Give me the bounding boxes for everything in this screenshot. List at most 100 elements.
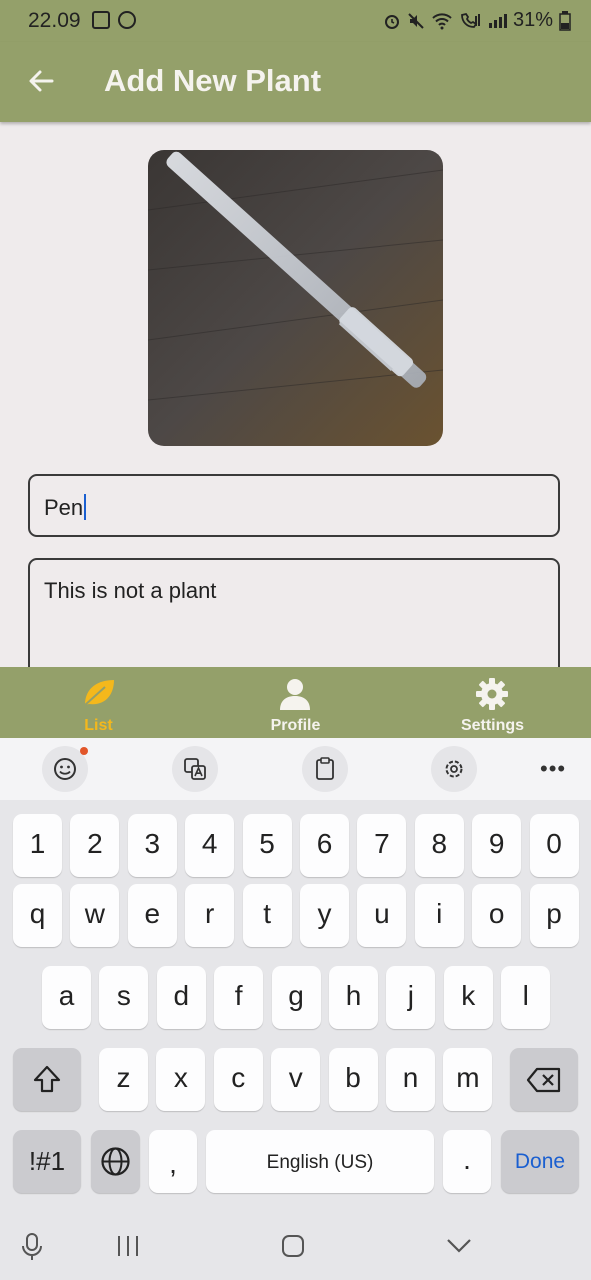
badge-notification-icon [118,11,136,29]
nav-settings[interactable]: Settings [394,667,591,738]
translate-button[interactable] [172,746,218,792]
letter-key[interactable]: s [99,966,149,1029]
nav-list-label: List [84,717,113,734]
letter-key[interactable]: g [271,966,321,1029]
number-key[interactable]: 4 [185,814,235,877]
letter-key[interactable]: i [414,884,464,947]
symbols-key-label: !#1 [28,1146,66,1176]
letter-key-label: j [407,980,414,1011]
letter-key-label: e [144,898,161,929]
plant-name-field[interactable]: Pen [28,474,560,537]
letter-key-label: r [205,898,215,929]
number-key[interactable]: 0 [529,814,579,877]
period-key[interactable]: . [443,1130,491,1193]
plant-name-value: Pen [44,495,84,520]
letter-key-label: n [402,1062,419,1093]
settings-icon [445,760,463,778]
letter-key[interactable]: x [156,1048,206,1111]
back-arrow-icon[interactable] [26,64,56,98]
letter-key-label: c [231,1062,246,1093]
letter-key[interactable]: z [99,1048,148,1111]
volte-call-icon [461,12,480,28]
hide-keyboard-icon[interactable] [446,1237,472,1253]
letter-key-label: v [288,1062,303,1093]
done-key-label: Done [514,1150,566,1173]
letter-key[interactable]: f [214,966,264,1029]
done-key[interactable]: Done [501,1130,579,1193]
letter-key[interactable]: l [501,966,551,1029]
comma-key[interactable]: , [149,1130,197,1193]
letter-key[interactable]: v [271,1048,321,1111]
number-key[interactable]: 7 [357,814,407,877]
leaf-icon [84,680,114,706]
number-key-label: 4 [201,828,218,859]
clipboard-button[interactable] [302,746,348,792]
globe-icon [101,1147,130,1176]
notification-dot [80,747,88,755]
letter-key-label: h [345,980,362,1011]
language-key[interactable] [91,1130,140,1193]
number-key[interactable]: 2 [70,814,120,877]
letter-key[interactable]: c [213,1048,263,1111]
translate-icon [184,758,206,780]
letter-key[interactable]: p [529,884,579,947]
symbols-key[interactable]: !#1 [13,1130,81,1193]
space-key[interactable]: English (US) [206,1130,434,1193]
battery-percent: 31% [512,9,553,31]
gallery-notification-icon [92,11,110,29]
letter-key[interactable]: o [472,884,522,947]
number-key-label: 6 [316,828,333,859]
home-icon[interactable] [281,1233,305,1259]
letter-key[interactable]: t [242,884,292,947]
recent-apps-icon[interactable] [115,1234,141,1258]
letter-key[interactable]: n [386,1048,435,1111]
wifi-icon [432,12,452,29]
app-bar: Add New Plant [0,42,591,122]
letter-key[interactable]: w [70,884,120,947]
nav-profile[interactable]: Profile [197,667,394,738]
number-key[interactable]: 3 [127,814,177,877]
letter-key-label: z [116,1062,131,1093]
letter-key[interactable]: u [357,884,407,947]
plant-description-value: This is not a plant [44,578,217,603]
shift-key[interactable] [13,1048,81,1111]
more-icon[interactable]: ••• [540,756,566,782]
system-navigation-bar [0,1216,591,1280]
letter-key[interactable]: r [185,884,235,947]
bottom-navigation: List Profile Settings [0,667,591,738]
letter-key-label: p [546,898,562,929]
letter-key-label: i [436,898,443,929]
letter-key[interactable]: h [329,966,378,1029]
letter-key[interactable]: q [13,884,62,947]
letter-key[interactable]: b [328,1048,378,1111]
number-key-label: 3 [144,828,161,859]
text-cursor [84,494,87,520]
microphone-icon[interactable] [20,1232,44,1262]
nav-list[interactable]: List [0,667,197,738]
letter-key[interactable]: d [156,966,206,1029]
signal-icon [488,13,507,28]
letter-key[interactable]: m [443,1048,493,1111]
emoji-button[interactable] [42,746,88,792]
clipboard-icon [316,757,334,780]
keyboard-settings-button[interactable] [431,746,477,792]
number-key-label: 0 [546,828,562,859]
letter-key[interactable]: e [127,884,177,947]
letter-key-label: y [317,898,332,929]
status-time: 22.09 [28,9,81,32]
number-key[interactable]: 5 [242,814,292,877]
number-key[interactable]: 1 [13,814,62,877]
letter-key-label: g [288,980,304,1011]
letter-key-label: m [456,1062,480,1093]
keyboard: 1234567890 qwertyuiop asdfghjkl zxcvbnm … [0,800,591,1216]
number-key[interactable]: 9 [472,814,522,877]
letter-key[interactable]: y [300,884,349,947]
number-key[interactable]: 6 [300,814,349,877]
letter-key[interactable]: j [386,966,436,1029]
letter-key[interactable]: k [443,966,493,1029]
number-key[interactable]: 8 [414,814,464,877]
letter-key[interactable]: a [42,966,91,1029]
backspace-key[interactable] [510,1048,578,1111]
plant-photo[interactable] [148,150,443,446]
keyboard-toolbar: ••• [0,738,591,800]
